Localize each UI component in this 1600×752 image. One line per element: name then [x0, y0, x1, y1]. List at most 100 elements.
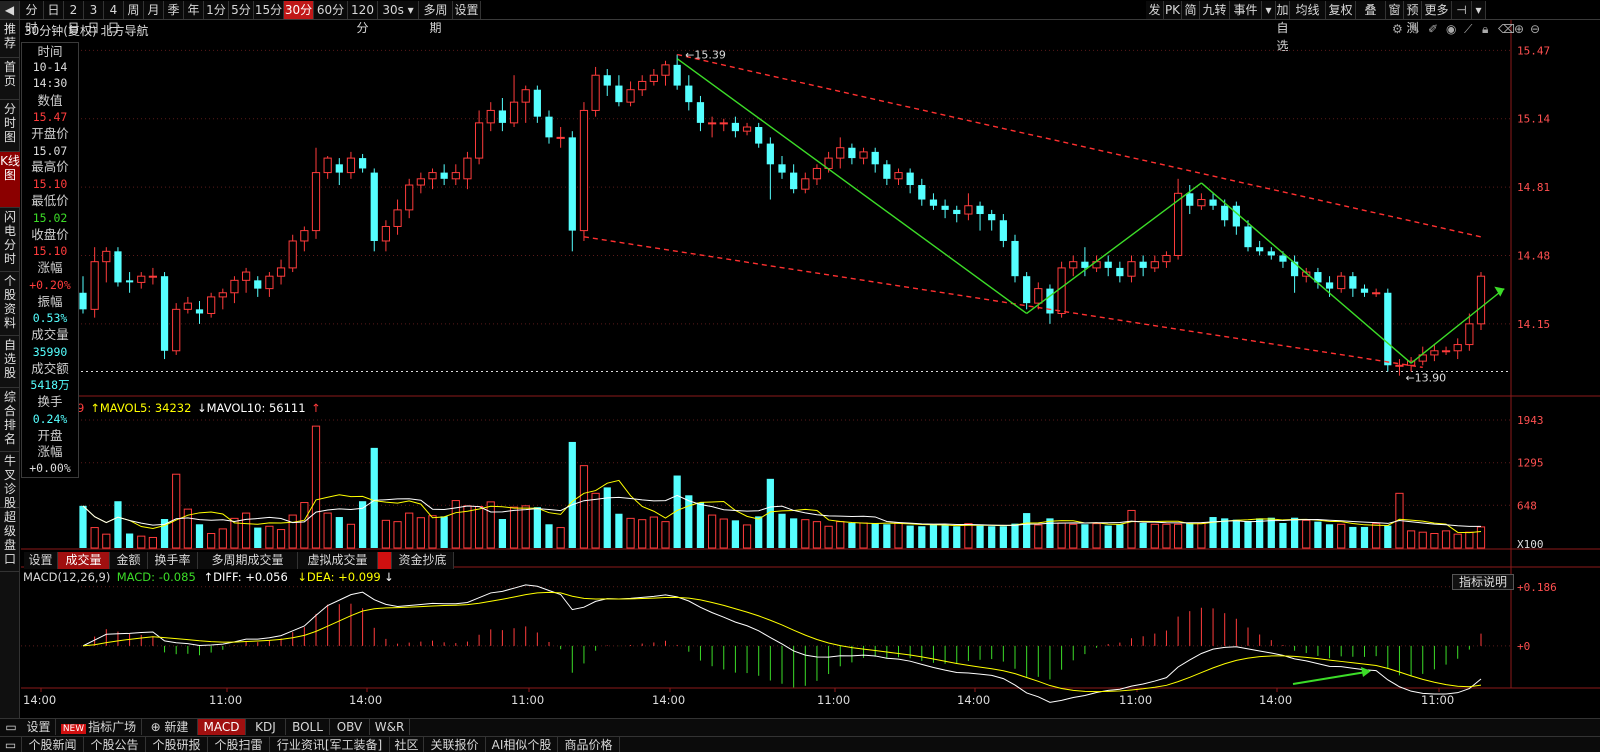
sidebar-item-1[interactable]: 首页 [0, 58, 20, 100]
sidebar-item-6[interactable]: 自选股 [0, 336, 20, 388]
vol-axis-label-0: 1943 [1517, 414, 1544, 427]
eye-icon[interactable]: ◉ [1446, 22, 1456, 36]
news-tab-4[interactable]: 行业资讯[军工装备] [270, 737, 390, 752]
vol-tab-3[interactable]: 换手率 [148, 552, 198, 569]
toolbar-5[interactable]: 周 [124, 1, 144, 19]
vol-tab-5[interactable]: 虚拟成交量 [298, 552, 378, 569]
sidebar-item-3[interactable]: K线图 [0, 152, 20, 208]
indicator-tab-3[interactable]: MACD [198, 719, 246, 735]
toolbar-11[interactable]: 15分 [254, 1, 284, 19]
sidebar-item-0[interactable]: 推荐 [0, 20, 20, 58]
toolbar-7[interactable]: 季 [164, 1, 184, 19]
draw-line-icon[interactable]: ⟋ [1464, 22, 1472, 37]
zoom-out-icon[interactable]: ⊖ [1530, 22, 1540, 36]
toolbar-right-1[interactable]: PK [1164, 1, 1182, 19]
toolbar-right-8[interactable]: 叠 [1356, 1, 1386, 19]
vol-bar-110 [1360, 526, 1369, 548]
toolbar-right-5[interactable]: 加自选 [1276, 1, 1290, 53]
vol-bar-8 [172, 473, 181, 549]
toolbar-13[interactable]: 60分 [314, 1, 348, 19]
sidebar-item-9[interactable]: 超级盘口 [0, 508, 20, 572]
sidebar-item-4[interactable]: 闪电分时 [0, 208, 20, 272]
toolbar-right-0[interactable]: 发 [1146, 1, 1164, 19]
sidebar-item-8[interactable]: 牛叉诊股 [0, 452, 20, 510]
vol-bar-4 [125, 533, 134, 548]
toolbar-15[interactable]: 30s ▾ [378, 1, 419, 19]
sidebar-item-5[interactable]: 个股资料 [0, 272, 20, 336]
vol-tab-2[interactable]: 金额 [110, 552, 148, 569]
indicator-explain-button[interactable]: 指标说明 [1452, 574, 1514, 590]
toolbar-right-3[interactable]: 九转 [1200, 1, 1230, 19]
candle-body-56 [731, 122, 740, 132]
candle-body-111 [1372, 292, 1381, 295]
vol-bar-108 [1337, 523, 1346, 549]
toolbar-6[interactable]: 月 [144, 1, 164, 19]
toolbar-right-7[interactable]: 复权 [1326, 1, 1356, 19]
indicator-tab-0[interactable]: 设置 [22, 719, 56, 735]
news-tab-6[interactable]: 关联报价 [424, 737, 486, 752]
vol-bar-12 [218, 528, 227, 549]
back-icon[interactable]: ◀ [0, 1, 20, 19]
vol-bar-3 [114, 501, 122, 548]
settings-gear-icon[interactable]: ⚙ [1392, 22, 1403, 36]
toolbar-16[interactable]: 多周期 [419, 1, 453, 35]
candle-body-63 [812, 167, 822, 180]
toolbar-right-2[interactable]: 简 [1182, 1, 1200, 19]
toolbar-right-4[interactable]: 事件 [1230, 1, 1262, 19]
news-tab-7[interactable]: AI相似个股 [486, 737, 558, 752]
vol-bar-40 [545, 524, 553, 548]
news-tab-5[interactable]: 社区 [390, 737, 424, 752]
toolbar-2[interactable]: 2日 [64, 1, 84, 35]
toolbar-right-6[interactable]: 均线 [1290, 1, 1326, 19]
toolbar-14[interactable]: 120分 [348, 1, 378, 35]
news-tab-0[interactable]: 个股新闻 [22, 737, 84, 752]
bottom-left-icon[interactable]: ▭ [0, 719, 22, 735]
vol-bar-34 [474, 505, 484, 549]
indicator-tab-4[interactable]: KDJ [246, 719, 286, 735]
sidebar-item-7[interactable]: 综合排名 [0, 388, 20, 452]
toolbar-12[interactable]: 30分 [284, 1, 314, 19]
toolbar-right-9[interactable]: 窗 [1386, 1, 1404, 19]
indicator-tab-2[interactable]: ⊕ 新建 [142, 719, 198, 735]
candle-body-36 [498, 110, 507, 123]
vol-bar-48 [638, 519, 647, 549]
news-tab-8[interactable]: 商品价格 [558, 737, 620, 752]
pen-icon[interactable]: ✎ [1410, 22, 1420, 36]
toolbar-17[interactable]: 设置 [453, 1, 481, 19]
vol-tab-1[interactable]: 成交量 [58, 552, 110, 569]
collapse-dropdown-icon[interactable]: ▾ [1472, 1, 1486, 19]
sidebar-item-2[interactable]: 分时图 [0, 100, 20, 152]
indicator-tab-6[interactable]: OBV [330, 719, 370, 735]
vol-tab-4[interactable]: 多周期成交量 [198, 552, 298, 569]
toolbar-0[interactable]: 分时 [20, 1, 44, 35]
toolbar-4[interactable]: 4日 [104, 1, 124, 35]
news-left-icon[interactable]: ▭ [0, 737, 22, 752]
toolbar-1[interactable]: 日 [44, 1, 64, 19]
brush-icon[interactable]: ✐ [1428, 22, 1438, 36]
event-dropdown-icon[interactable]: ▾ [1262, 1, 1276, 19]
candle-body-50 [661, 64, 670, 76]
news-tab-3[interactable]: 个股扫雷 [208, 737, 270, 752]
news-tab-1[interactable]: 个股公告 [84, 737, 146, 752]
indicator-tab-1[interactable]: NEW 指标广场 [56, 719, 142, 735]
toolbar-9[interactable]: 1分 [204, 1, 229, 19]
toolbar-right-10[interactable]: 预测 [1404, 1, 1422, 35]
indicator-tab-7[interactable]: W&R [370, 719, 410, 735]
toolbar-10[interactable]: 5分 [229, 1, 254, 19]
vol-bar-18 [288, 514, 297, 549]
vol-bar-38 [521, 505, 530, 549]
vol-tab-6[interactable]: 资金抄底 [392, 552, 454, 569]
toolbar-right-11[interactable]: 更多 [1422, 1, 1452, 19]
lock-icon[interactable]: 🔒︎ [1482, 22, 1488, 37]
zoom-in-icon[interactable]: ⊕ [1514, 22, 1524, 36]
collapse-left-icon[interactable]: ⊣ [1452, 1, 1472, 19]
trash-icon[interactable]: ⌫ [1498, 22, 1515, 36]
toolbar-8[interactable]: 年 [184, 1, 204, 19]
toolbar-3[interactable]: 3日 [84, 1, 104, 35]
vol-bar-41 [556, 527, 565, 549]
kline-chart[interactable]: 15.47 15.14 14.81 14.48 14.15 ←15.39 ←13.90 194… [21, 20, 1600, 732]
vol-bar-53 [696, 502, 705, 548]
news-tab-2[interactable]: 个股研报 [146, 737, 208, 752]
indicator-tab-5[interactable]: BOLL [286, 719, 330, 735]
vol-tab-0[interactable]: 设置 [24, 552, 58, 569]
